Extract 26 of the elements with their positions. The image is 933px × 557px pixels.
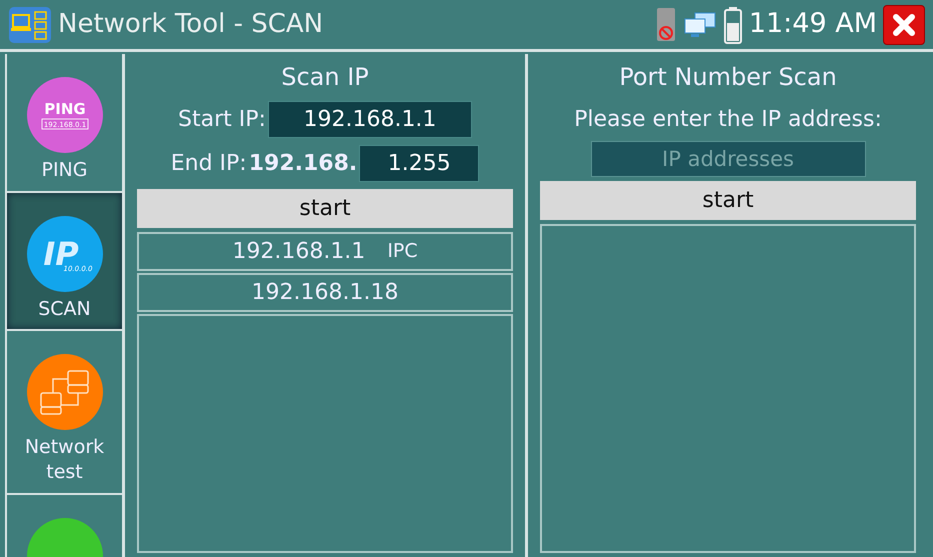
panel-title: Port Number Scan bbox=[619, 62, 837, 93]
network-computers-icon bbox=[682, 10, 717, 38]
ip-address-field[interactable]: IP addresses bbox=[590, 141, 866, 178]
network-icon bbox=[26, 353, 104, 432]
field-label: Start IP: bbox=[178, 106, 266, 134]
result-row[interactable]: 192.168.1.18 bbox=[137, 273, 513, 312]
sidebar-item[interactable]: Network test bbox=[7, 331, 122, 495]
input-field[interactable]: 192.168.1.1 bbox=[268, 100, 472, 138]
ip-address: 192.168.1.1 bbox=[232, 238, 366, 266]
input-field[interactable]: 1.255 bbox=[359, 144, 480, 182]
close-icon bbox=[892, 12, 916, 37]
close-button[interactable] bbox=[883, 4, 925, 44]
field-label: End IP: bbox=[170, 150, 247, 178]
battery-icon bbox=[722, 6, 743, 44]
panel-title: Scan IP bbox=[281, 62, 369, 93]
result-row[interactable]: 192.168.1.1 IPC bbox=[137, 232, 513, 272]
start-button[interactable]: start bbox=[137, 189, 513, 228]
network-app-icon bbox=[8, 6, 52, 44]
clock-time: 11:49 AM bbox=[748, 7, 877, 42]
ip-prefix: 192.168. bbox=[248, 150, 358, 178]
sd-card-icon bbox=[654, 6, 677, 42]
prompt-text: Please enter the IP address: bbox=[574, 106, 882, 134]
ip-address: 192.168.1.18 bbox=[252, 279, 398, 308]
start-button[interactable]: start bbox=[540, 181, 916, 220]
device-type: IPC bbox=[387, 239, 418, 264]
window-title: Network Tool - SCAN bbox=[58, 8, 324, 41]
